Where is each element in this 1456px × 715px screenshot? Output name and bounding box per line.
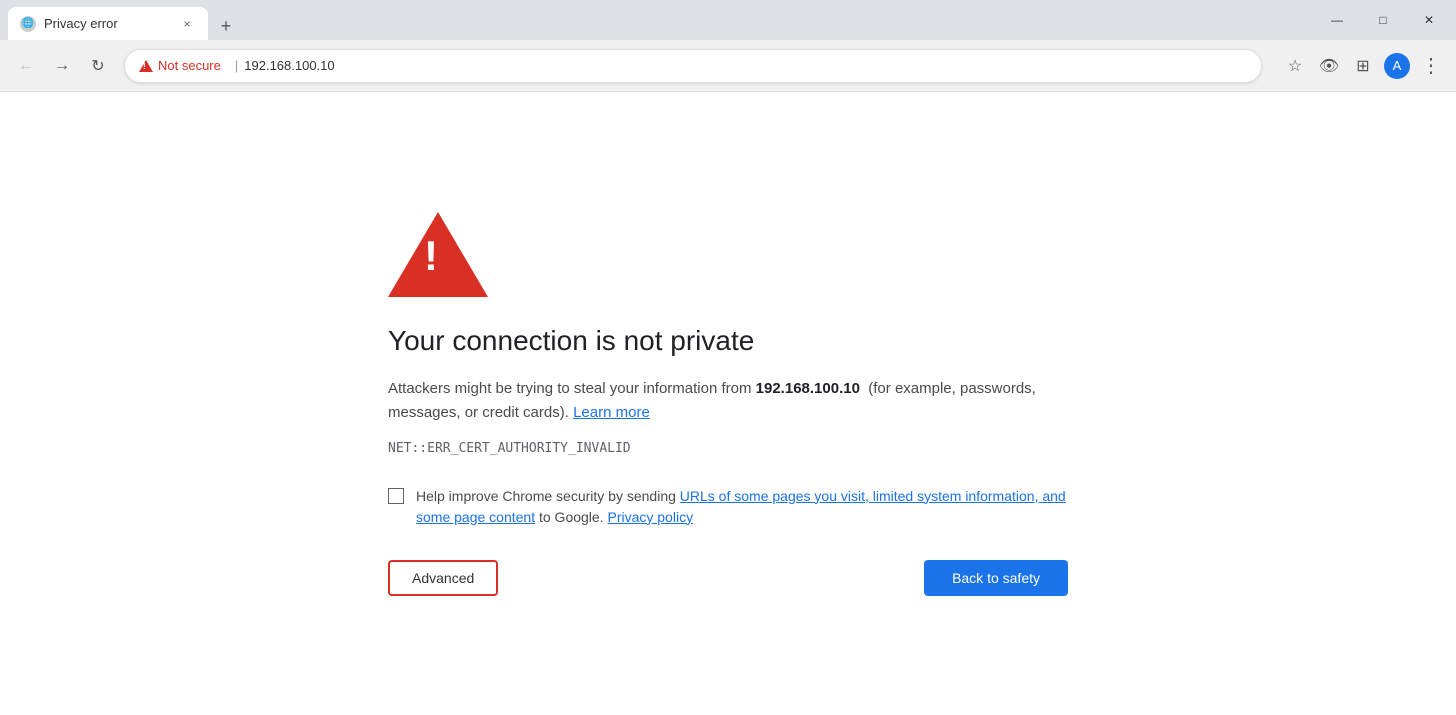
- error-code: NET::ERR_CERT_AUTHORITY_INVALID: [388, 441, 1068, 456]
- extension-icon[interactable]: 👁: [1314, 51, 1344, 81]
- not-secure-badge: Not secure: [139, 58, 221, 73]
- url-separator: |: [235, 58, 238, 73]
- error-container: Your connection is not private Attackers…: [348, 192, 1108, 616]
- refresh-button[interactable]: ↻: [82, 50, 114, 82]
- page-content: Your connection is not private Attackers…: [0, 92, 1456, 715]
- error-description: Attackers might be trying to steal your …: [388, 377, 1068, 425]
- security-report-checkbox-row: Help improve Chrome security by sending …: [388, 486, 1068, 528]
- checkbox-pre-text: Help improve Chrome security by sending: [416, 488, 680, 504]
- button-row: Advanced Back to safety: [388, 560, 1068, 596]
- browser-window: 🌐 Privacy error × + — □ ✕ ← → ↻ Not secu…: [0, 0, 1456, 715]
- browser-tab[interactable]: 🌐 Privacy error ×: [8, 7, 208, 40]
- warning-triangle-icon: [139, 60, 153, 72]
- not-secure-text: Not secure: [158, 58, 221, 73]
- new-tab-button[interactable]: +: [212, 12, 240, 40]
- url-display: 192.168.100.10: [244, 58, 334, 73]
- profile-avatar[interactable]: A: [1382, 51, 1412, 81]
- window-controls: — □ ✕: [1314, 0, 1456, 40]
- user-avatar-circle: A: [1384, 53, 1410, 79]
- address-bar-icons: ☆ 👁 ⊞ A ⋮: [1278, 51, 1448, 81]
- tab-area: 🌐 Privacy error × +: [0, 0, 240, 40]
- tab-favicon: 🌐: [20, 16, 36, 32]
- privacy-policy-link[interactable]: Privacy policy: [607, 509, 693, 525]
- checkbox-mid-text: to Google.: [535, 509, 604, 525]
- warning-triangle-icon: [388, 212, 488, 297]
- maximize-button[interactable]: □: [1360, 0, 1406, 40]
- bookmark-icon[interactable]: ☆: [1280, 51, 1310, 81]
- learn-more-link[interactable]: Learn more: [573, 404, 650, 421]
- error-title: Your connection is not private: [388, 325, 1068, 357]
- description-url: 192.168.100.10: [756, 380, 860, 397]
- advanced-button[interactable]: Advanced: [388, 560, 498, 596]
- back-to-safety-button[interactable]: Back to safety: [924, 560, 1068, 596]
- tab-title: Privacy error: [44, 16, 172, 31]
- forward-button[interactable]: →: [46, 50, 78, 82]
- browser-menu-button[interactable]: ⋮: [1416, 51, 1446, 81]
- address-input[interactable]: Not secure | 192.168.100.10: [124, 49, 1262, 83]
- close-button[interactable]: ✕: [1406, 0, 1452, 40]
- minimize-button[interactable]: —: [1314, 0, 1360, 40]
- checkbox-label: Help improve Chrome security by sending …: [416, 486, 1068, 528]
- back-button[interactable]: ←: [10, 50, 42, 82]
- description-pre-text: Attackers might be trying to steal your …: [388, 380, 756, 397]
- title-bar: 🌐 Privacy error × + — □ ✕: [0, 0, 1456, 40]
- office-icon[interactable]: ⊞: [1348, 51, 1378, 81]
- address-bar: ← → ↻ Not secure | 192.168.100.10 ☆ 👁 ⊞ …: [0, 40, 1456, 92]
- tab-close-button[interactable]: ×: [178, 15, 196, 33]
- security-report-checkbox[interactable]: [388, 488, 404, 504]
